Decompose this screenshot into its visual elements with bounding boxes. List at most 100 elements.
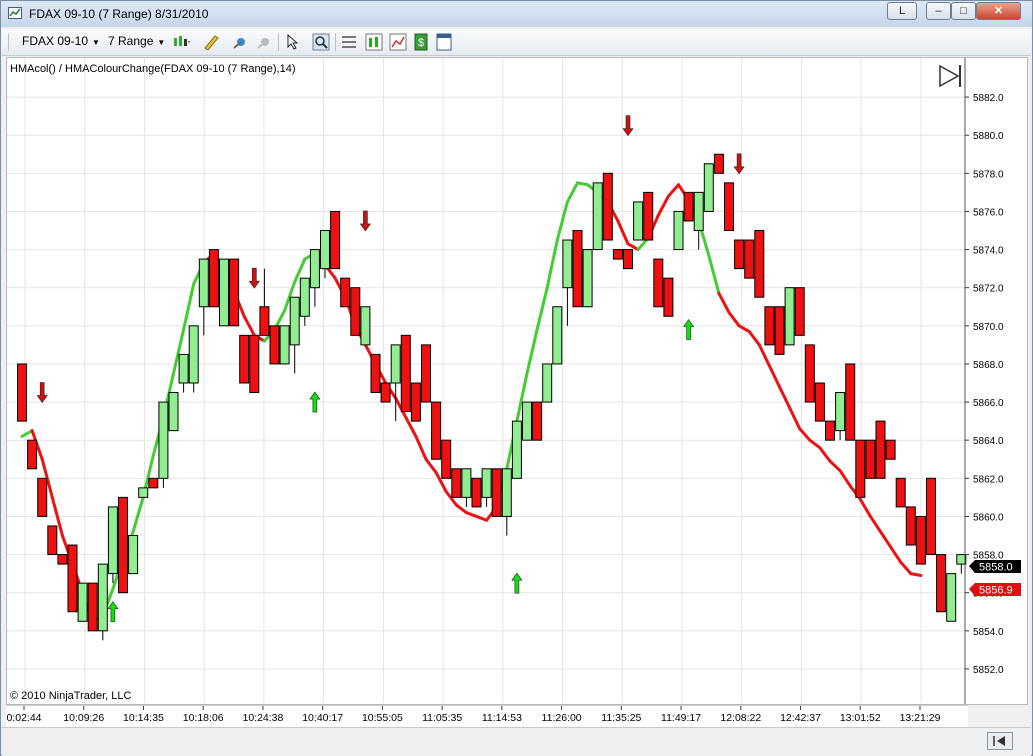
- candle-body: [451, 468, 462, 498]
- chart-panel[interactable]: 5852.05854.05856.05858.05860.05862.05864…: [6, 57, 1028, 705]
- price-axis[interactable]: 5852.05854.05856.05858.05860.05862.05864…: [964, 58, 1004, 704]
- time-axis[interactable]: 0:02:44 10:09:26 10:14:35 10:18:06 10:24:38 1…: [6, 705, 968, 728]
- price-tick-label: 5878.0: [973, 169, 1004, 180]
- minimize-button[interactable]: –: [926, 2, 951, 20]
- candle-body: [370, 353, 381, 394]
- hma-segment: [909, 572, 923, 578]
- candle-body: [37, 477, 48, 517]
- candle-body: [17, 363, 27, 422]
- candle-body: [279, 325, 290, 365]
- time-tick-label: 10:55:05: [362, 712, 403, 724]
- maximize-button[interactable]: □: [951, 2, 976, 20]
- candle-body: [875, 420, 886, 479]
- indicator-price-label: 5856.9: [979, 585, 1013, 597]
- price-tick-label: 5858.0: [973, 551, 1004, 562]
- candle-body: [511, 420, 522, 479]
- time-tick-label: 10:09:26: [63, 712, 104, 724]
- candle-body: [330, 210, 341, 270]
- hma-segment: [727, 310, 741, 328]
- last-price-label: 5858.0: [979, 562, 1013, 574]
- chevron-down-icon: ▼: [157, 38, 166, 47]
- candle-body: [481, 468, 492, 498]
- arrow-down-icon: [622, 115, 634, 137]
- hma-segment: [626, 242, 640, 252]
- hma-segment: [858, 497, 872, 518]
- close-button[interactable]: ✕: [976, 2, 1021, 20]
- time-tick-label: 12:08:22: [720, 712, 761, 724]
- price-tick-label: 5864.0: [973, 436, 1004, 447]
- hma-segment: [20, 429, 34, 438]
- time-tick-label: 0:02:44: [6, 712, 41, 724]
- candle-body: [350, 287, 361, 336]
- drawing-tool-icon[interactable]: [202, 33, 220, 51]
- hma-segment: [616, 219, 630, 246]
- candle-body: [562, 239, 573, 289]
- chart-toolbar: FDAX 09-10 ▼ 7 Range ▼ $: [2, 29, 1031, 56]
- hma-segment: [545, 238, 559, 290]
- arrow-down-icon: [733, 153, 745, 175]
- price-chart[interactable]: 5852.05854.05856.05858.05860.05862.05864…: [7, 58, 1027, 704]
- candle-body: [936, 554, 947, 613]
- svg-text:$: $: [418, 37, 424, 49]
- zoom-icon[interactable]: [312, 33, 330, 51]
- candle-body: [703, 163, 714, 212]
- chart-style-icon[interactable]: [172, 33, 190, 51]
- candle-body: [572, 230, 583, 308]
- hma-segment: [828, 459, 842, 473]
- hma-segment: [767, 364, 781, 389]
- scroll-end-icon[interactable]: [987, 732, 1013, 750]
- hma-segment: [182, 282, 196, 332]
- title-bar[interactable]: FDAX 09-10 (7 Range) 8/31/2010 L – □ ✕: [1, 1, 1032, 27]
- candle-body: [835, 392, 846, 432]
- pointer-icon[interactable]: [285, 33, 303, 51]
- strategies-icon[interactable]: [389, 33, 407, 51]
- copyright-label: © 2010 NinjaTrader, LLC: [10, 690, 131, 702]
- arrow-down-icon: [36, 382, 48, 404]
- time-tick-label: 11:14:53: [482, 712, 522, 724]
- candle-body: [219, 258, 229, 327]
- candle-body: [905, 506, 916, 546]
- crosshair-icon[interactable]: [232, 33, 250, 51]
- hma-segment: [808, 438, 822, 450]
- candle-body: [754, 230, 765, 298]
- candle-body: [138, 487, 149, 498]
- toolbar-separator: [335, 33, 336, 51]
- candle-body: [239, 334, 250, 384]
- candle-body: [390, 344, 401, 384]
- play-forward-icon[interactable]: [939, 64, 961, 88]
- orders-icon[interactable]: $: [412, 33, 430, 51]
- candle-body: [612, 249, 623, 260]
- candle-body: [198, 258, 209, 308]
- hma-segment: [818, 446, 832, 463]
- candle-body: [128, 535, 139, 575]
- candle-body: [602, 172, 613, 241]
- link-button[interactable]: L: [887, 2, 917, 20]
- candle-body: [926, 477, 936, 556]
- candle-body: [67, 544, 78, 613]
- candle-body: [643, 191, 654, 241]
- last-price-marker: 5858.0: [969, 560, 1021, 574]
- candle-body: [956, 554, 967, 565]
- hma-segment: [424, 457, 438, 475]
- global-crosshair-icon[interactable]: [256, 33, 274, 51]
- instrument-selector[interactable]: FDAX 09-10 ▼: [22, 34, 100, 48]
- candle-body: [441, 439, 452, 479]
- properties-icon[interactable]: [340, 33, 358, 51]
- candle-body: [491, 468, 502, 517]
- period-selector[interactable]: 7 Range ▼: [108, 34, 165, 48]
- candle-body: [865, 439, 876, 479]
- candle-body: [885, 439, 896, 460]
- price-tick-label: 5876.0: [973, 207, 1004, 218]
- hma-segment: [131, 495, 145, 534]
- data-box-icon[interactable]: [435, 33, 453, 51]
- indicators-icon[interactable]: [365, 33, 383, 51]
- candle-body: [380, 382, 391, 403]
- candle-body: [623, 249, 633, 270]
- time-tick-label: 11:35:25: [601, 712, 641, 724]
- candle-body: [734, 239, 745, 270]
- candle-body: [289, 296, 300, 346]
- price-tick-label: 5852.0: [973, 665, 1004, 676]
- candle-body: [542, 363, 553, 403]
- time-tick-label: 10:14:35: [123, 712, 164, 724]
- candle-body: [148, 477, 159, 489]
